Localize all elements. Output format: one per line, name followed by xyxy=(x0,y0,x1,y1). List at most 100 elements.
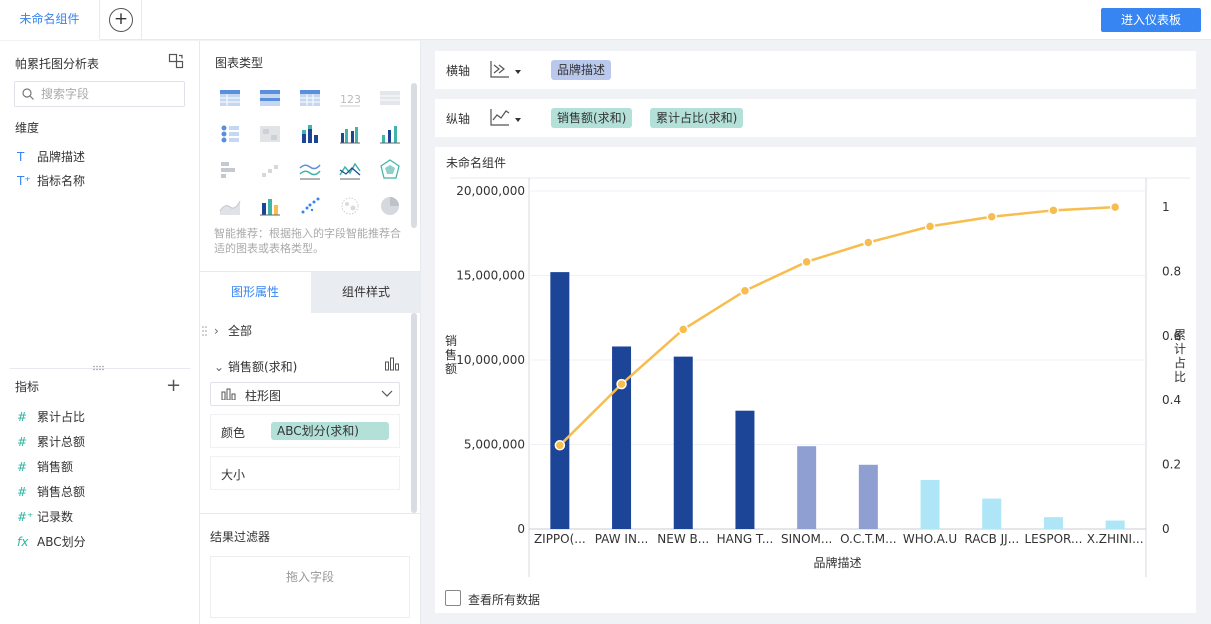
detail-table-icon[interactable] xyxy=(379,87,401,109)
bar-chart-icon[interactable] xyxy=(384,357,400,371)
caret-down-icon[interactable] xyxy=(515,118,521,122)
caret-down-icon[interactable] xyxy=(515,70,521,74)
y-tick-label: 20,000,000 xyxy=(456,184,525,198)
chevron-right-icon: › xyxy=(214,324,219,338)
area-chart-icon[interactable] xyxy=(219,195,241,217)
show-all-checkbox[interactable] xyxy=(445,590,461,606)
metric-item[interactable]: # 销售额 xyxy=(17,457,73,477)
tab-unnamed-component[interactable]: 未命名组件 xyxy=(0,0,100,40)
x-axis-field-pill[interactable]: 品牌描述 xyxy=(551,60,612,80)
pie-chart-icon[interactable] xyxy=(379,195,401,217)
property-tabs: 图形属性 组件样式 xyxy=(200,271,421,313)
dimension-label: 品牌描述 xyxy=(37,150,86,164)
tab-component-style[interactable]: 组件样式 xyxy=(311,272,421,313)
chart-kind-select[interactable]: 柱形图 xyxy=(210,382,400,406)
y-axis-label: 纵轴 xyxy=(446,112,471,126)
y-axis-field-pill[interactable]: 销售额(求和) xyxy=(551,108,633,128)
y-axis-title-char: 额 xyxy=(445,362,457,376)
all-properties-row[interactable]: › 全部 xyxy=(214,322,252,339)
metric-item[interactable]: # 累计占比 xyxy=(17,407,85,427)
search-field-box xyxy=(14,81,185,107)
y2-tick-label: 0.2 xyxy=(1162,458,1181,472)
x-tick-label: SINOM... xyxy=(781,532,832,546)
series-properties-row[interactable]: ⌄ 销售额(求和) xyxy=(214,358,297,375)
metric-item[interactable]: #⁺ 记录数 xyxy=(17,507,73,527)
heatmap-icon[interactable] xyxy=(259,123,281,145)
chart-config-panel: 图表类型 123 智能推荐：根据拖入的字段智能推荐合适的图表或表格类型。 图形属… xyxy=(200,41,421,624)
drag-handle-icon[interactable] xyxy=(92,365,106,371)
dimension-title: 维度 xyxy=(15,121,40,135)
axis-type-icon[interactable] xyxy=(489,107,511,127)
axis-type-icon[interactable] xyxy=(489,59,511,79)
y-axis-title-char: 售 xyxy=(445,347,457,362)
bar xyxy=(1043,517,1063,529)
scatter-chart-icon[interactable] xyxy=(299,195,321,217)
number-field-icon: # xyxy=(17,485,28,499)
chart-card: 未命名组件 20,000,000 15,000,000 10,000,000 5,00… xyxy=(435,147,1196,613)
dot-matrix-icon[interactable] xyxy=(219,123,241,145)
metric-item[interactable]: # 累计总额 xyxy=(17,432,85,452)
table-chart-icon[interactable] xyxy=(219,87,241,109)
line-chart-icon[interactable] xyxy=(339,159,361,181)
number-field-icon: # xyxy=(17,410,28,424)
multi-bar-icon[interactable] xyxy=(379,123,401,145)
add-tab-button[interactable]: + xyxy=(109,8,133,32)
color-field-pill[interactable]: ABC划分(求和) xyxy=(271,422,389,440)
bar xyxy=(1105,520,1125,529)
stacked-bar-icon[interactable] xyxy=(299,123,321,145)
bubble-chart-icon[interactable] xyxy=(339,195,361,217)
pareto-chart: 20,000,000 15,000,000 10,000,000 5,000,000 0… xyxy=(445,177,1190,577)
y-axis-field-pill[interactable]: 累计占比(求和) xyxy=(650,108,744,128)
filter-drop-zone[interactable]: 拖入字段 xyxy=(210,556,410,618)
dimension-item-brand[interactable]: T 品牌描述 xyxy=(17,147,85,167)
bar xyxy=(858,464,878,529)
metric-label: ABC划分 xyxy=(37,535,86,549)
switch-table-icon[interactable] xyxy=(168,53,184,69)
search-input[interactable] xyxy=(41,85,181,103)
x-tick-label: PAW IN... xyxy=(595,532,649,546)
metric-item[interactable]: fx ABC划分 xyxy=(17,532,86,552)
kpi-number-icon[interactable]: 123 xyxy=(339,87,361,109)
result-filter-section: 结果过滤器 拖入字段 xyxy=(200,513,420,624)
metric-item[interactable]: # 销售总额 xyxy=(17,482,85,502)
metric-label: 累计占比 xyxy=(37,410,86,424)
bar-chart-icon xyxy=(221,388,236,400)
chevron-down-icon xyxy=(381,390,393,397)
resize-handle-icon[interactable] xyxy=(201,324,209,340)
bar xyxy=(797,446,817,529)
combo-chart-icon[interactable] xyxy=(259,195,281,217)
line-point xyxy=(986,211,997,223)
tab-divider xyxy=(141,0,142,40)
all-label: 全部 xyxy=(228,324,253,338)
tab-graph-properties[interactable]: 图形属性 xyxy=(200,272,310,313)
chart-workspace: 横轴 品牌描述 纵轴 销售额(求和) 累计占比(求和) 未命名组件 20,000… xyxy=(421,41,1211,624)
table-name: 帕累托图分析表 xyxy=(15,57,100,71)
line-point xyxy=(616,378,627,390)
add-metric-icon[interactable]: + xyxy=(166,377,181,395)
field-panel: 帕累托图分析表 维度 T 品牌描述 T⁺ 指标名称 指标 + # 累计占比 # 累计总额… xyxy=(0,41,200,624)
multi-line-icon[interactable] xyxy=(299,159,321,181)
y-tick-label: 0 xyxy=(517,522,525,536)
metric-label: 记录数 xyxy=(37,510,74,524)
radar-chart-icon[interactable] xyxy=(379,159,401,181)
group-table-icon[interactable] xyxy=(259,87,281,109)
line-point xyxy=(924,221,936,232)
chart-type-title: 图表类型 xyxy=(215,56,264,70)
properties-scrollbar[interactable] xyxy=(411,313,417,513)
dimension-item-metric-name[interactable]: T⁺ 指标名称 xyxy=(17,171,85,191)
color-property: 颜色 ABC划分(求和) xyxy=(210,414,400,448)
text-field-icon: T⁺ xyxy=(17,174,31,188)
metric-title: 指标 xyxy=(15,380,40,394)
waterfall-icon[interactable] xyxy=(259,159,281,181)
horizontal-bar-icon[interactable] xyxy=(219,159,241,181)
chart-type-scrollbar[interactable] xyxy=(411,83,417,228)
x-tick-label: NEW B... xyxy=(657,532,709,546)
grouped-bar-icon[interactable] xyxy=(339,123,361,145)
y2-tick-label: 0 xyxy=(1162,522,1170,536)
color-label: 颜色 xyxy=(221,426,246,440)
x-tick-label: X.ZHINI... xyxy=(1087,532,1144,546)
line-point xyxy=(863,237,874,248)
bar xyxy=(920,479,940,529)
cross-table-icon[interactable] xyxy=(299,87,321,109)
enter-dashboard-button[interactable]: 进入仪表板 xyxy=(1101,8,1201,32)
